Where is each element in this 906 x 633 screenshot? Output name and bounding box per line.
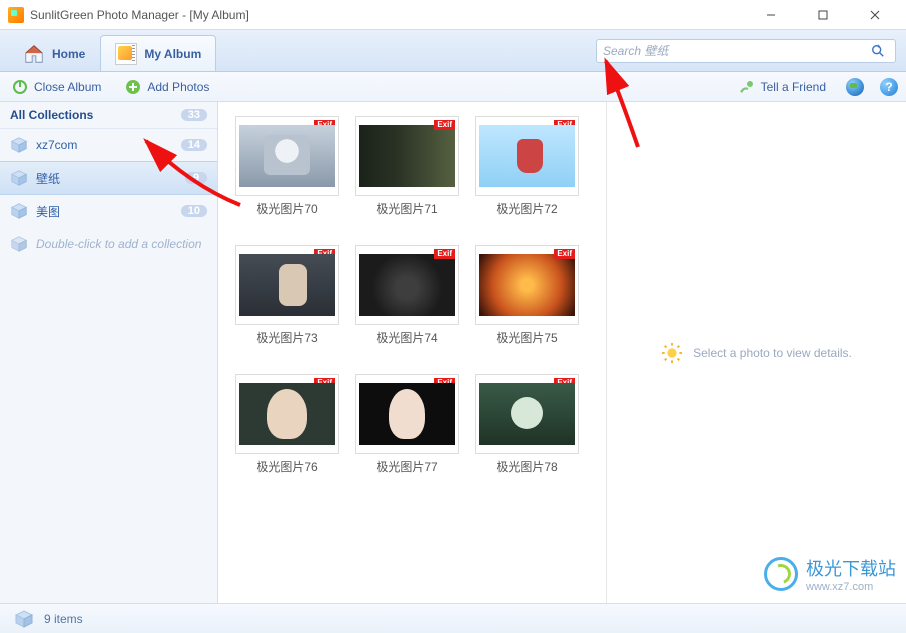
plus-icon xyxy=(125,79,141,95)
tab-album-label: My Album xyxy=(144,47,201,61)
add-collection-hint[interactable]: Double-click to add a collection xyxy=(0,227,217,261)
window-controls xyxy=(756,5,898,25)
collections-count: 33 xyxy=(181,109,207,121)
collections-header: All Collections 33 xyxy=(0,102,217,129)
search-input[interactable] xyxy=(603,44,867,58)
thumbnail-caption: 极光图片73 xyxy=(256,329,317,346)
cube-icon xyxy=(10,169,28,187)
tell-friend-button[interactable]: Tell a Friend xyxy=(735,77,830,97)
tab-my-album[interactable]: My Album xyxy=(100,35,216,71)
thumbnail-caption: 极光图片76 xyxy=(256,458,317,475)
photo-thumbnail[interactable]: Exif 极光图片71 xyxy=(352,116,462,217)
close-album-button[interactable]: Close Album xyxy=(8,77,105,97)
thumbnail-frame: Exif xyxy=(475,245,579,325)
add-photos-button[interactable]: Add Photos xyxy=(121,77,213,97)
close-button[interactable] xyxy=(860,5,890,25)
thumbnail-image xyxy=(359,254,455,316)
collection-label: 壁纸 xyxy=(36,170,177,187)
thumbnail-grid: Exif 极光图片70 Exif 极光图片71 Exif 极光图片72 Exif… xyxy=(218,102,606,603)
home-icon xyxy=(23,43,45,65)
thumbnail-frame: Exif xyxy=(235,374,339,454)
ribbon: Home My Album xyxy=(0,30,906,72)
lightbulb-icon xyxy=(661,342,683,364)
power-icon xyxy=(12,79,28,95)
collection-item[interactable]: xz7com 14 xyxy=(0,129,217,161)
thumbnail-image xyxy=(359,383,455,445)
photo-thumbnail[interactable]: Exif 极光图片72 xyxy=(472,116,582,217)
sidebar: All Collections 33 xz7com 14 壁纸 9 美图 10 … xyxy=(0,102,218,603)
thumbnail-image xyxy=(239,125,335,187)
tell-friend-label: Tell a Friend xyxy=(761,80,826,94)
cube-icon xyxy=(10,235,28,253)
exif-badge: Exif xyxy=(434,120,455,130)
close-album-label: Close Album xyxy=(34,80,101,94)
thumbnail-image xyxy=(479,125,575,187)
thumbnail-frame: Exif xyxy=(355,245,459,325)
thumbnail-frame: Exif xyxy=(475,116,579,196)
tab-home-label: Home xyxy=(52,47,85,61)
tab-home[interactable]: Home xyxy=(8,35,100,71)
collection-count: 9 xyxy=(185,172,207,184)
photo-thumbnail[interactable]: Exif 极光图片74 xyxy=(352,245,462,346)
minimize-button[interactable] xyxy=(756,5,786,25)
details-hint: Select a photo to view details. xyxy=(693,346,852,360)
thumbnail-caption: 极光图片78 xyxy=(496,458,557,475)
share-icon xyxy=(739,79,755,95)
exif-badge: Exif xyxy=(434,249,455,259)
thumbnail-caption: 极光图片71 xyxy=(376,200,437,217)
statusbar: 9 items xyxy=(0,603,906,633)
thumbnail-frame: Exif xyxy=(235,245,339,325)
collection-item[interactable]: 美图 10 xyxy=(0,195,217,227)
photo-thumbnail[interactable]: Exif 极光图片75 xyxy=(472,245,582,346)
app-icon xyxy=(8,7,24,23)
album-icon xyxy=(115,43,137,65)
thumbnail-frame: Exif xyxy=(355,374,459,454)
exif-badge: Exif xyxy=(554,249,575,259)
thumbnail-image xyxy=(479,383,575,445)
help-icon[interactable]: ? xyxy=(880,78,898,96)
main: All Collections 33 xz7com 14 壁纸 9 美图 10 … xyxy=(0,102,906,603)
thumbnail-caption: 极光图片74 xyxy=(376,329,437,346)
cube-icon xyxy=(14,609,34,629)
thumbnail-image xyxy=(239,383,335,445)
thumbnail-frame: Exif xyxy=(355,116,459,196)
collections-header-label: All Collections xyxy=(10,108,93,122)
add-photos-label: Add Photos xyxy=(147,80,209,94)
cube-icon xyxy=(10,202,28,220)
collection-item[interactable]: 壁纸 9 xyxy=(0,161,217,195)
collection-count: 10 xyxy=(181,205,207,217)
photo-thumbnail[interactable]: Exif 极光图片77 xyxy=(352,374,462,475)
photo-thumbnail[interactable]: Exif 极光图片76 xyxy=(232,374,342,475)
status-text: 9 items xyxy=(44,612,83,626)
thumbnail-caption: 极光图片77 xyxy=(376,458,437,475)
search-area xyxy=(586,30,906,71)
window-title: SunlitGreen Photo Manager - [My Album] xyxy=(30,8,249,22)
titlebar: SunlitGreen Photo Manager - [My Album] xyxy=(0,0,906,30)
search-icon[interactable] xyxy=(867,40,889,62)
search-box[interactable] xyxy=(596,39,896,63)
photo-thumbnail[interactable]: Exif 极光图片70 xyxy=(232,116,342,217)
globe-icon[interactable] xyxy=(846,78,864,96)
thumbnail-caption: 极光图片75 xyxy=(496,329,557,346)
thumbnail-image xyxy=(479,254,575,316)
add-collection-label: Double-click to add a collection xyxy=(36,237,201,251)
collection-label: 美图 xyxy=(36,203,173,220)
cube-icon xyxy=(10,136,28,154)
thumbnail-image xyxy=(239,254,335,316)
thumbnail-image xyxy=(359,125,455,187)
maximize-button[interactable] xyxy=(808,5,838,25)
thumbnail-caption: 极光图片72 xyxy=(496,200,557,217)
collection-label: xz7com xyxy=(36,138,173,152)
toolbar: Close Album Add Photos Tell a Friend ? xyxy=(0,72,906,102)
photo-thumbnail[interactable]: Exif 极光图片78 xyxy=(472,374,582,475)
thumbnail-frame: Exif xyxy=(235,116,339,196)
details-panel: Select a photo to view details. xyxy=(606,102,906,603)
thumbnail-caption: 极光图片70 xyxy=(256,200,317,217)
thumbnail-frame: Exif xyxy=(475,374,579,454)
photo-thumbnail[interactable]: Exif 极光图片73 xyxy=(232,245,342,346)
collection-count: 14 xyxy=(181,139,207,151)
